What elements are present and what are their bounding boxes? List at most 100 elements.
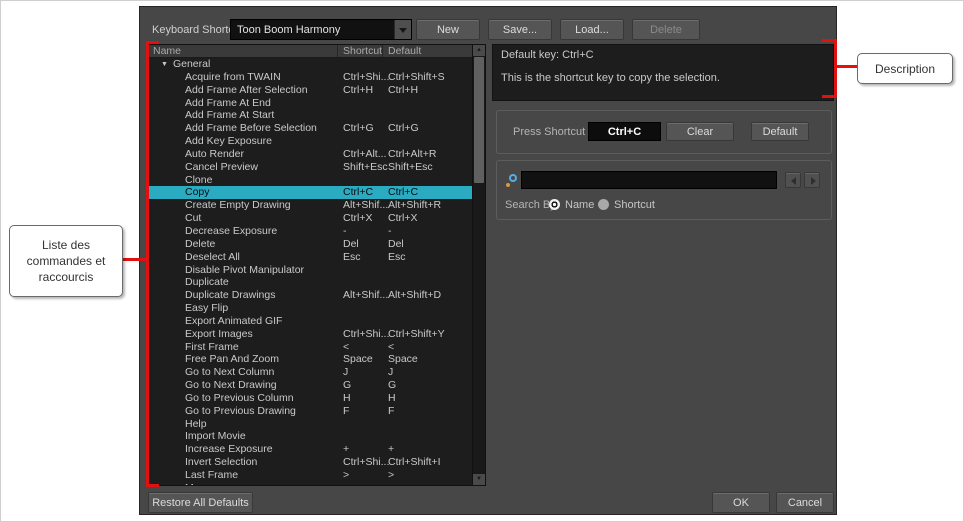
row-shortcut: Ctrl+Shi...: [343, 71, 389, 83]
row-default: J: [388, 366, 393, 378]
restore-all-defaults-button[interactable]: Restore All Defaults: [148, 492, 253, 513]
annotation-bracket-left-tick-top: [146, 41, 159, 44]
table-row[interactable]: Export Animated GIF: [149, 315, 472, 328]
table-row[interactable]: DeleteDelDel: [149, 238, 472, 251]
row-shortcut: Del: [343, 238, 359, 250]
row-name: Deselect All: [185, 251, 240, 263]
keyboard-shortcuts-dialog: Keyboard Shortcuts: Toon Boom Harmony Ne…: [139, 6, 837, 515]
row-shortcut: Space: [343, 353, 373, 365]
table-row[interactable]: Go to Next ColumnJJ: [149, 366, 472, 379]
row-shortcut: Alt+Shif...: [343, 289, 388, 301]
row-default: -: [388, 225, 392, 237]
column-header-default[interactable]: Default: [388, 45, 421, 57]
table-row[interactable]: Invert SelectionCtrl+Shi...Ctrl+Shift+I: [149, 456, 472, 469]
table-row[interactable]: Add Key Exposure: [149, 135, 472, 148]
default-button[interactable]: Default: [751, 122, 809, 141]
row-default: Ctrl+X: [388, 212, 417, 224]
row-name: Create Empty Drawing: [185, 199, 291, 211]
radio-shortcut[interactable]: [598, 199, 609, 210]
table-row[interactable]: Export ImagesCtrl+Shi...Ctrl+Shift+Y: [149, 328, 472, 341]
table-row[interactable]: Last Frame>>: [149, 469, 472, 482]
annotation-connector-right: [837, 65, 857, 68]
row-default: Ctrl+Shift+I: [388, 456, 441, 468]
table-row[interactable]: First Frame<<: [149, 341, 472, 354]
row-name: Last Frame: [185, 469, 238, 481]
scroll-down-icon[interactable]: ▼: [473, 474, 485, 485]
radio-shortcut-label[interactable]: Shortcut: [614, 199, 655, 211]
annotation-bracket-right: [834, 39, 837, 98]
row-default: Alt+Shift+R: [388, 199, 441, 211]
row-name: Help: [185, 418, 207, 430]
table-row[interactable]: Auto RenderCtrl+Alt...Ctrl+Alt+R: [149, 148, 472, 161]
table-row[interactable]: Add Frame At Start: [149, 109, 472, 122]
table-row[interactable]: Increase Exposure++: [149, 443, 472, 456]
description-text: This is the shortcut key to copy the sel…: [501, 72, 825, 84]
preset-select[interactable]: Toon Boom Harmony: [230, 19, 412, 40]
row-name: Add Frame After Selection: [185, 84, 308, 96]
row-default: Ctrl+H: [388, 84, 418, 96]
search-input[interactable]: [521, 171, 777, 189]
row-shortcut: Shift+Esc: [343, 161, 388, 173]
annotation-bracket-right-tick-bottom: [822, 95, 837, 98]
table-row[interactable]: Duplicate: [149, 276, 472, 289]
row-default: Ctrl+G: [388, 122, 419, 134]
table-row[interactable]: Acquire from TWAINCtrl+Shi...Ctrl+Shift+…: [149, 71, 472, 84]
table-row[interactable]: Disable Pivot Manipulator: [149, 264, 472, 277]
table-row[interactable]: Merge: [149, 482, 472, 485]
table-row[interactable]: Free Pan And Zoom Space Space: [149, 353, 472, 366]
row-shortcut: Ctrl+Alt...: [343, 148, 386, 160]
table-row[interactable]: Decrease Exposure--: [149, 225, 472, 238]
row-default: Ctrl+Shift+S: [388, 71, 445, 83]
preset-value: Toon Boom Harmony: [237, 24, 340, 36]
collapse-triangle-icon[interactable]: ▼: [161, 61, 168, 68]
row-default: Del: [388, 238, 404, 250]
prev-result-button[interactable]: [785, 172, 801, 188]
row-shortcut: Ctrl+G: [343, 122, 374, 134]
description-panel: Default key: Ctrl+C This is the shortcut…: [492, 44, 834, 101]
row-name: Free Pan And Zoom: [185, 353, 279, 365]
new-button[interactable]: New: [416, 19, 480, 40]
table-row[interactable]: Go to Previous DrawingFF: [149, 405, 472, 418]
shortcut-key-field[interactable]: Ctrl+C: [588, 122, 661, 141]
table-row[interactable]: Go to Next DrawingGG: [149, 379, 472, 392]
scroll-up-icon[interactable]: ▲: [473, 45, 485, 56]
column-header-name[interactable]: Name: [153, 45, 181, 57]
row-name: Clone: [185, 174, 212, 186]
table-row[interactable]: Add Frame After SelectionCtrl+HCtrl+H: [149, 84, 472, 97]
radio-name-label[interactable]: Name: [565, 199, 594, 211]
cancel-button[interactable]: Cancel: [776, 492, 834, 513]
table-row[interactable]: Add Frame At End: [149, 97, 472, 110]
row-name: Copy: [185, 186, 210, 198]
table-row[interactable]: Cancel PreviewShift+EscShift+Esc: [149, 161, 472, 174]
table-row[interactable]: Clone: [149, 174, 472, 187]
table-row[interactable]: Duplicate DrawingsAlt+Shif...Alt+Shift+D: [149, 289, 472, 302]
clear-button[interactable]: Clear: [666, 122, 734, 141]
table-row[interactable]: Create Empty DrawingAlt+Shif...Alt+Shift…: [149, 199, 472, 212]
column-header-shortcut[interactable]: Shortcut: [343, 45, 382, 57]
row-name: ▼General: [161, 58, 210, 70]
chevron-down-icon[interactable]: [394, 20, 411, 39]
table-row[interactable]: Import Movie: [149, 430, 472, 443]
save-button[interactable]: Save...: [488, 19, 552, 40]
next-result-button[interactable]: [804, 172, 820, 188]
row-default: Ctrl+C: [388, 186, 418, 198]
table-row[interactable]: CopyCtrl+CCtrl+C: [149, 186, 472, 199]
row-shortcut: G: [343, 379, 351, 391]
row-shortcut: H: [343, 392, 351, 404]
row-default: G: [388, 379, 396, 391]
load-button[interactable]: Load...: [560, 19, 624, 40]
table-group-row[interactable]: ▼General: [149, 58, 472, 71]
table-row[interactable]: Go to Previous ColumnHH: [149, 392, 472, 405]
row-default: Space: [388, 353, 418, 365]
radio-name[interactable]: [549, 199, 560, 210]
table-row[interactable]: CutCtrl+XCtrl+X: [149, 212, 472, 225]
scrollbar-thumb[interactable]: [474, 57, 484, 183]
table-row[interactable]: Help: [149, 418, 472, 431]
table-row[interactable]: Deselect AllEscEsc: [149, 251, 472, 264]
list-scrollbar[interactable]: ▲ ▼: [472, 45, 485, 485]
ok-button[interactable]: OK: [712, 492, 770, 513]
row-name: Cut: [185, 212, 201, 224]
table-row[interactable]: Add Frame Before SelectionCtrl+GCtrl+G: [149, 122, 472, 135]
search-icon: [505, 174, 518, 187]
table-row[interactable]: Easy Flip: [149, 302, 472, 315]
